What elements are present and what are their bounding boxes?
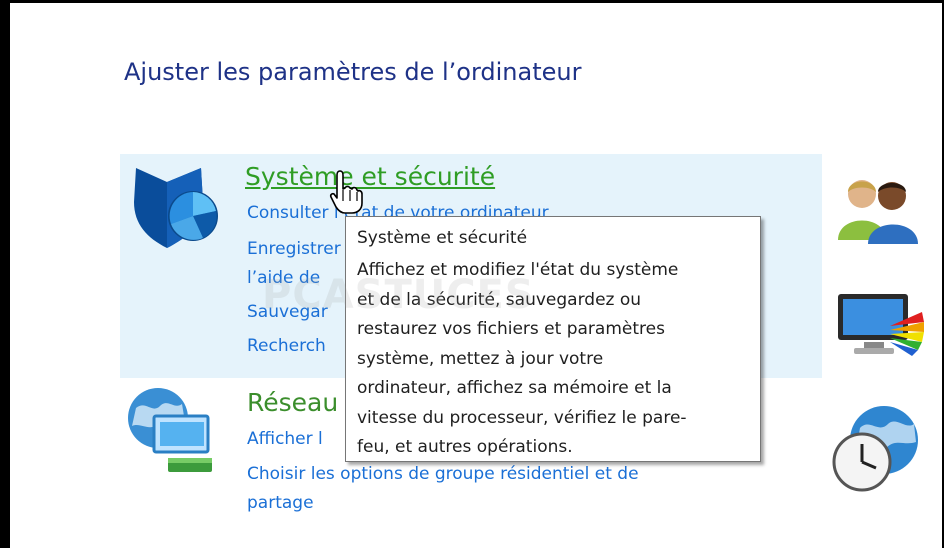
hand-pointer-icon — [329, 170, 363, 214]
category-system-security-title[interactable]: Système et sécurité — [245, 162, 495, 191]
network-globe-icon[interactable] — [126, 386, 222, 478]
tooltip: Système et sécurité Affichez et modifiez… — [345, 216, 761, 462]
link-find-fix-problems[interactable]: Recherch — [247, 336, 326, 356]
window-frame-top — [0, 0, 944, 3]
tooltip-line: système, mettez à jour votre — [357, 348, 604, 369]
shield-icon[interactable] — [131, 162, 221, 252]
link-homegroup-options-cont[interactable]: partage — [247, 493, 314, 513]
link-homegroup-options[interactable]: Choisir les options de groupe résidentie… — [247, 464, 639, 484]
tooltip-title: Système et sécurité — [357, 228, 528, 248]
window-frame-left — [0, 0, 10, 548]
category-network-title[interactable]: Réseau — [247, 388, 338, 417]
tooltip-line: ordinateur, affichez sa mémoire et la — [357, 378, 672, 398]
page-title: Ajuster les paramètres de l’ordinateur — [124, 58, 582, 86]
users-icon[interactable] — [834, 174, 924, 246]
clock-globe-icon[interactable] — [830, 402, 922, 494]
tooltip-line: feu, et autres opérations. — [357, 437, 573, 457]
display-appearance-icon[interactable] — [836, 292, 926, 360]
link-network-status[interactable]: Afficher l — [247, 429, 323, 449]
tooltip-line: restaurez vos fichiers et paramètres — [357, 319, 665, 339]
watermark: PCASTUCES — [262, 272, 535, 318]
tooltip-line: vitesse du processeur, vérifiez le pare- — [357, 407, 687, 428]
